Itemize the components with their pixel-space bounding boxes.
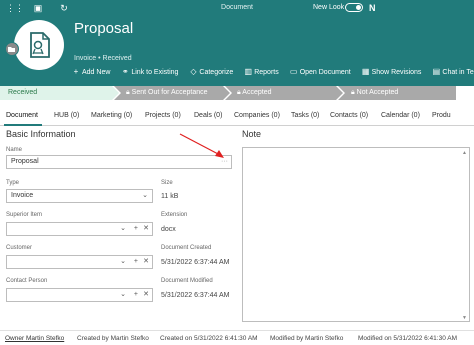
show-revisions-button[interactable]: ▦ Show Revisions <box>362 67 422 76</box>
tab-selected-indicator <box>4 124 42 126</box>
stage-bar: Received 🔒︎ Sent Out for Acceptance 🔒︎ A… <box>0 86 474 100</box>
close-icon[interactable]: ✕ <box>143 289 149 301</box>
close-icon[interactable]: ✕ <box>143 223 149 235</box>
note-scrollbar[interactable]: ▲ ▼ <box>462 150 467 321</box>
note-heading: Note <box>242 129 262 139</box>
size-value: 11 kB <box>161 193 179 200</box>
document-modified-label: Document Modified <box>161 278 213 284</box>
created-by-text: Created by Martin Stefko <box>77 335 149 342</box>
document-created-label: Document Created <box>161 245 212 251</box>
reports-button[interactable]: ▥ Reports <box>244 67 278 76</box>
record-subtitle: Invoice • Received <box>74 55 132 62</box>
app-logo: N <box>369 3 376 13</box>
chat-icon: ▤ <box>432 67 441 76</box>
superior-item-field[interactable]: ⌄ + ✕ <box>6 222 153 236</box>
record-title: Proposal <box>74 20 134 37</box>
note-editor[interactable]: ▲ ▼ <box>242 147 470 322</box>
tab-projects[interactable]: Projects (0) <box>145 112 181 119</box>
scroll-down-icon[interactable]: ▼ <box>462 315 467 321</box>
report-icon: ▥ <box>244 67 252 76</box>
created-on-text: Created on 5/31/2022 6:41:30 AM <box>160 335 258 342</box>
tab-strip: Document HUB (0) Marketing (0) Projects … <box>0 109 474 126</box>
type-value: Invoice <box>11 192 34 199</box>
name-field[interactable]: Proposal ··· <box>6 155 232 169</box>
stage-sent-out[interactable]: 🔒︎ Sent Out for Acceptance <box>118 86 208 100</box>
stage-accepted[interactable]: 🔒︎ Accepted <box>229 86 271 100</box>
chevron-down-icon[interactable]: ⌄ <box>142 190 148 202</box>
more-icon[interactable]: ··· <box>221 156 228 168</box>
tab-contacts[interactable]: Contacts (0) <box>330 112 368 119</box>
owner-link[interactable]: Owner Martin Stefko <box>5 335 64 342</box>
categorize-button[interactable]: ◇ Categorize <box>189 67 233 76</box>
add-new-button[interactable]: + Add New <box>72 67 111 76</box>
basic-information-heading: Basic Information <box>6 129 76 139</box>
add-icon[interactable]: + <box>134 289 138 301</box>
tab-deals[interactable]: Deals (0) <box>194 112 222 119</box>
modified-by-text: Modified by Martin Stefko <box>270 335 344 342</box>
link-icon: ⚭ <box>122 67 129 76</box>
open-icon: ▭ <box>289 67 298 76</box>
contact-person-field[interactable]: ⌄ + ✕ <box>6 288 153 302</box>
customer-field[interactable]: ⌄ + ✕ <box>6 255 153 269</box>
extension-value: docx <box>161 226 176 233</box>
open-document-button[interactable]: ▭ Open Document <box>290 67 351 76</box>
tab-calendar[interactable]: Calendar (0) <box>381 112 420 119</box>
folder-icon <box>5 42 19 56</box>
tab-marketing[interactable]: Marketing (0) <box>91 112 132 119</box>
document-modified-value: 5/31/2022 6:37:44 AM <box>161 292 230 299</box>
window-title: Document <box>221 4 253 11</box>
superior-item-label: Superior Item <box>6 212 43 218</box>
title-bar: ⋮⋮ ▣ ↻ Document New Look N <box>0 0 474 16</box>
extension-label: Extension <box>161 212 188 218</box>
close-icon[interactable]: ✕ <box>143 256 149 268</box>
stage-not-accepted[interactable]: 🔒︎ Not Accepted <box>343 86 398 100</box>
link-existing-button[interactable]: ⚭ Link to Existing <box>121 67 178 76</box>
tab-products[interactable]: Produ <box>432 112 451 119</box>
add-icon[interactable]: + <box>134 223 138 235</box>
action-toolbar: + Add New ⚭ Link to Existing ◇ Categorize ▥… <box>72 67 474 79</box>
contact-person-label: Contact Person <box>6 278 48 284</box>
name-value: Proposal <box>11 158 39 165</box>
tab-hub[interactable]: HUB (0) <box>54 112 79 119</box>
record-avatar <box>14 20 64 70</box>
new-look-toggle[interactable] <box>345 3 363 12</box>
type-label: Type <box>6 180 20 186</box>
tab-companies[interactable]: Companies (0) <box>234 112 280 119</box>
add-icon[interactable]: + <box>134 256 138 268</box>
plus-icon: + <box>73 67 79 76</box>
name-label: Name <box>6 147 23 153</box>
stage-received[interactable]: Received <box>0 86 37 100</box>
record-footer: Owner Martin Stefko Created by Martin St… <box>0 330 474 345</box>
chevron-down-icon[interactable]: ⌄ <box>120 289 126 301</box>
tab-tasks[interactable]: Tasks (0) <box>291 112 319 119</box>
chat-in-teams-button[interactable]: ▤ Chat in Te <box>432 67 474 76</box>
type-select[interactable]: Invoice ⌄ <box>6 189 153 203</box>
new-look-label: New Look <box>313 4 345 11</box>
tag-icon: ◇ <box>190 67 197 76</box>
customer-label: Customer <box>6 245 33 251</box>
record-header: ⋮⋮ ▣ ↻ Document New Look N Proposal Invo… <box>0 0 474 86</box>
document-icon <box>30 32 50 58</box>
chevron-down-icon[interactable]: ⌄ <box>120 223 126 235</box>
chevron-down-icon[interactable]: ⌄ <box>120 256 126 268</box>
tab-document[interactable]: Document <box>6 112 38 119</box>
document-created-value: 5/31/2022 6:37:44 AM <box>161 259 230 266</box>
scroll-up-icon[interactable]: ▲ <box>462 150 467 156</box>
size-label: Size <box>161 180 173 186</box>
revisions-icon: ▦ <box>361 67 370 76</box>
modified-on-text: Modified on 5/31/2022 6:41:30 AM <box>358 335 458 342</box>
